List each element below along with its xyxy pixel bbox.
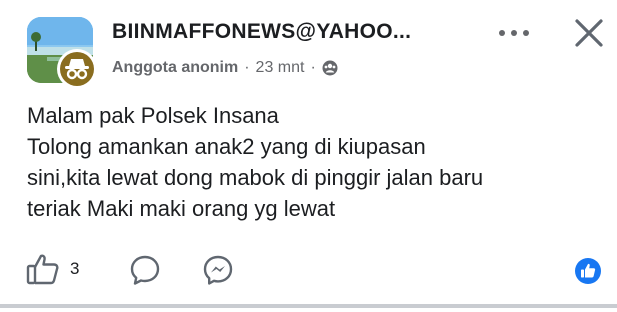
- post-divider: [0, 304, 617, 308]
- like-count[interactable]: 3: [70, 259, 79, 279]
- comment-button[interactable]: [129, 254, 161, 291]
- like-reaction-icon: [575, 258, 601, 284]
- like-reaction[interactable]: [574, 257, 602, 290]
- author-role: Anggota anonim: [112, 59, 239, 76]
- send-messenger-button[interactable]: [202, 254, 234, 291]
- group-privacy-icon[interactable]: [322, 60, 338, 76]
- post-author[interactable]: BIINMAFFONEWS@YAHOO...: [112, 20, 411, 44]
- anonymous-badge: [57, 49, 97, 89]
- close-icon[interactable]: [573, 17, 605, 49]
- meta-separator-2: ·: [310, 59, 316, 76]
- thumbs-up-icon: [26, 254, 59, 285]
- meta-separator: ·: [244, 59, 250, 76]
- comment-icon: [130, 255, 160, 285]
- post-meta: Anggota anonim · 23 mnt ·: [112, 59, 338, 77]
- post-body: Malam pak Polsek Insana Tolong amankan a…: [27, 100, 607, 224]
- anonymous-icon: [65, 59, 89, 80]
- post-body-line: Tolong amankan anak2 yang di kiupasan: [27, 134, 426, 159]
- action-bar: 3: [26, 252, 610, 292]
- post-body-line: Malam pak Polsek Insana: [27, 103, 279, 128]
- post-body-line: sini,kita lewat dong mabok di pinggir ja…: [27, 165, 484, 190]
- post-time[interactable]: 23 mnt: [256, 59, 305, 77]
- like-button[interactable]: 3: [26, 252, 79, 286]
- more-horizontal-icon[interactable]: [497, 28, 531, 38]
- avatar[interactable]: [27, 17, 97, 89]
- messenger-icon: [203, 255, 233, 285]
- post-body-line: teriak Maki maki orang yg lewat: [27, 196, 336, 221]
